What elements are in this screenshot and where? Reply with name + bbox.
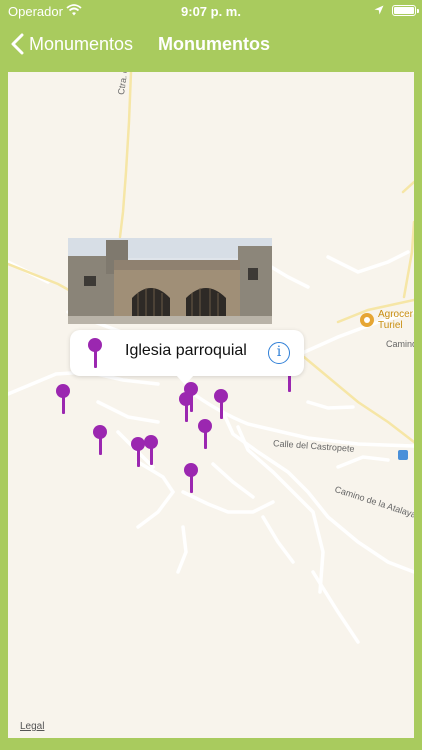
status-bar: Operador 9:07 p. m. bbox=[0, 0, 422, 22]
map-pin[interactable] bbox=[144, 435, 158, 467]
map-pin[interactable] bbox=[184, 382, 198, 414]
info-icon[interactable]: i bbox=[268, 342, 290, 364]
map-pin[interactable] bbox=[184, 463, 198, 495]
map-callout[interactable]: Iglesia parroquial i bbox=[68, 238, 305, 385]
map-pin[interactable] bbox=[214, 389, 228, 421]
back-button[interactable]: Monumentos bbox=[10, 30, 133, 58]
callout-pin bbox=[88, 338, 102, 370]
map-pin[interactable] bbox=[198, 419, 212, 451]
church-photo bbox=[68, 238, 272, 324]
chevron-left-icon bbox=[11, 33, 24, 55]
legal-link[interactable]: Legal bbox=[20, 721, 44, 732]
callout-bubble[interactable]: Iglesia parroquial i bbox=[70, 330, 304, 385]
map-pin[interactable] bbox=[56, 384, 70, 416]
location-icon bbox=[374, 5, 384, 15]
app-header: Operador 9:07 p. m. Monumentos Monumento… bbox=[0, 0, 422, 66]
navigation-bar: Monumentos Monumentos bbox=[0, 22, 422, 66]
map-label-agrocer-line2: Turiel bbox=[378, 320, 403, 331]
map-label-camino: Camino bbox=[386, 339, 414, 349]
poi-icon[interactable] bbox=[360, 313, 374, 327]
callout-title: Iglesia parroquial bbox=[125, 342, 247, 359]
map-view[interactable]: Ctra. d Calle del Castropete Camino de l… bbox=[8, 72, 414, 738]
map-label-agrocer-line1: Agrocer bbox=[378, 309, 414, 320]
map-label-agrocer[interactable]: Agrocer Turiel bbox=[378, 309, 413, 331]
page-title: Monumentos bbox=[158, 34, 270, 54]
gas-station-icon[interactable] bbox=[398, 450, 408, 460]
battery-icon bbox=[392, 5, 419, 16]
clock: 9:07 p. m. bbox=[181, 4, 241, 19]
map-pin[interactable] bbox=[93, 425, 107, 457]
map-pin[interactable] bbox=[131, 437, 145, 469]
back-label: Monumentos bbox=[29, 33, 134, 54]
